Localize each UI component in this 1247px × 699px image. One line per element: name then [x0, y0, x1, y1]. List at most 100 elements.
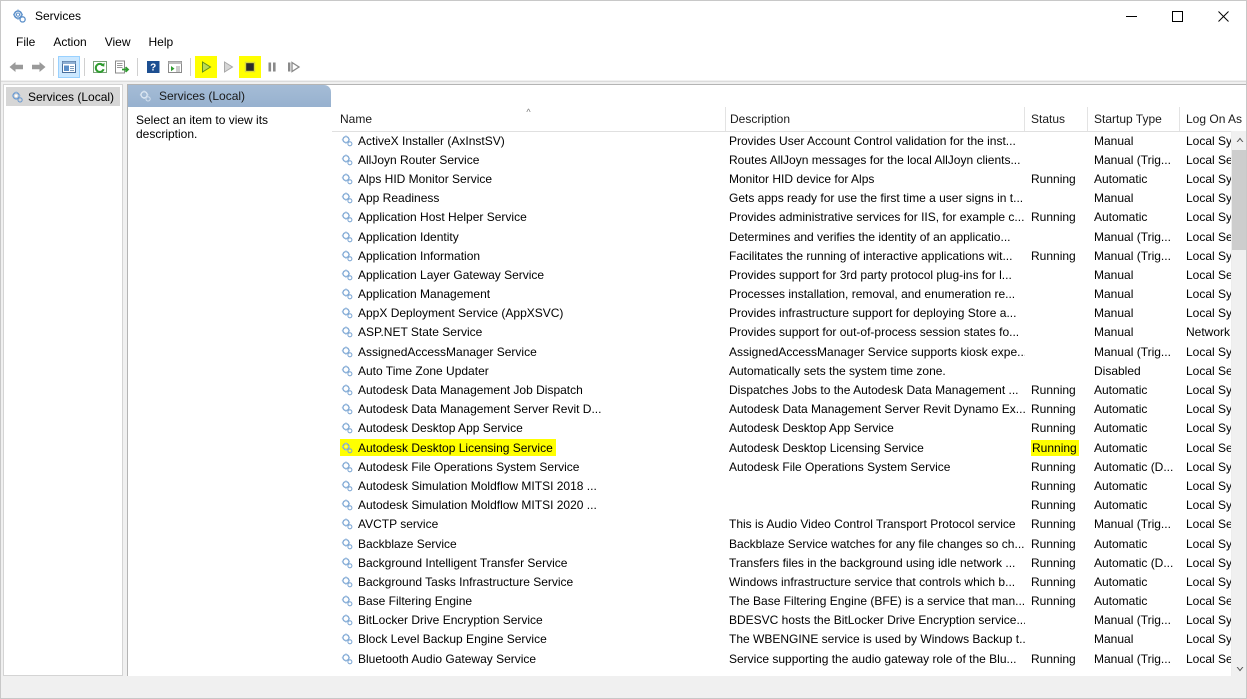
- table-row[interactable]: Background Intelligent Transfer Service T…: [332, 553, 1231, 572]
- table-row[interactable]: Autodesk File Operations System Service A…: [332, 457, 1231, 476]
- scroll-down-button[interactable]: [1232, 660, 1246, 676]
- cell-status: [1025, 630, 1088, 649]
- export-list-icon[interactable]: [111, 56, 133, 78]
- restart-service-icon[interactable]: [283, 56, 305, 78]
- list-vertical-scrollbar[interactable]: [1231, 131, 1246, 676]
- help-icon[interactable]: ?: [142, 56, 164, 78]
- table-row[interactable]: Application Identity Determines and verif…: [332, 227, 1231, 246]
- cell-status: [1025, 189, 1088, 208]
- menu-view[interactable]: View: [96, 33, 140, 51]
- cell-log-on-as: Local Syste...: [1186, 306, 1231, 321]
- forward-arrow-icon[interactable]: [27, 56, 49, 78]
- cell-log-on-as: Local Service: [1186, 363, 1231, 378]
- cell-description: Provides support for out-of-process sess…: [729, 325, 1020, 340]
- cell-log-on-as: Local Syste...: [1186, 421, 1231, 436]
- table-row[interactable]: Autodesk Simulation Moldflow MITSI 2020 …: [332, 496, 1231, 515]
- table-row[interactable]: BitLocker Drive Encryption Service BDESVC…: [332, 611, 1231, 630]
- column-header-startup-type[interactable]: Startup Type: [1088, 107, 1180, 131]
- table-row[interactable]: Autodesk Data Management Job Dispatch Dis…: [332, 380, 1231, 399]
- table-row[interactable]: Application Information Facilitates the r…: [332, 246, 1231, 265]
- service-gear-icon: [340, 325, 354, 339]
- properties-icon[interactable]: [164, 56, 186, 78]
- column-header-log-on-as[interactable]: Log On As: [1180, 107, 1246, 131]
- table-row[interactable]: AVCTP service This is Audio Video Control…: [332, 515, 1231, 534]
- cell-status: Running: [1031, 555, 1076, 570]
- cell-log-on-as: Local Syste...: [1186, 613, 1231, 628]
- cell-description: Dispatches Jobs to the Autodesk Data Man…: [729, 383, 1019, 398]
- window-title: Services: [35, 9, 82, 23]
- minimize-button[interactable]: [1108, 1, 1154, 31]
- table-row[interactable]: Auto Time Zone Updater Automatically sets…: [332, 361, 1231, 380]
- cell-name: Base Filtering Engine: [332, 592, 726, 611]
- cell-name: Background Intelligent Transfer Service: [332, 553, 726, 572]
- sort-ascending-icon: ^: [526, 107, 531, 117]
- title-bar: Services: [1, 1, 1246, 31]
- service-name-label: AllJoyn Router Service: [358, 152, 480, 167]
- start-service-icon[interactable]: [195, 56, 217, 78]
- service-gear-icon: [340, 652, 354, 666]
- stop-service-icon[interactable]: [239, 56, 261, 78]
- table-row[interactable]: Autodesk Desktop Licensing Service Autode…: [332, 438, 1231, 457]
- cell-log-on-as: Local Syste...: [1186, 574, 1231, 589]
- cell-name: Autodesk Data Management Job Dispatch: [332, 380, 726, 399]
- table-row[interactable]: ASP.NET State Service Provides support fo…: [332, 323, 1231, 342]
- column-header-status[interactable]: Status: [1025, 107, 1088, 131]
- back-arrow-icon[interactable]: [5, 56, 27, 78]
- table-row[interactable]: Alps HID Monitor Service Monitor HID devi…: [332, 169, 1231, 188]
- resume-service-icon[interactable]: [217, 56, 239, 78]
- pause-service-icon[interactable]: [261, 56, 283, 78]
- table-row[interactable]: Bluetooth Audio Gateway Service Service s…: [332, 649, 1231, 668]
- cell-status: Running: [1031, 171, 1076, 186]
- cell-log-on-as: Local Syste...: [1186, 555, 1231, 570]
- cell-status: Running: [1031, 517, 1076, 532]
- cell-description: Provides support for 3rd party protocol …: [729, 267, 1012, 282]
- service-gear-icon: [340, 153, 354, 167]
- maximize-button[interactable]: [1154, 1, 1200, 31]
- table-row[interactable]: Backblaze Service Backblaze Service watch…: [332, 534, 1231, 553]
- cell-description: [726, 496, 1025, 515]
- table-row[interactable]: Application Host Helper Service Provides …: [332, 208, 1231, 227]
- table-row[interactable]: Autodesk Desktop App Service Autodesk Des…: [332, 419, 1231, 438]
- cell-log-on-as: Local Syste...: [1186, 383, 1231, 398]
- menu-action[interactable]: Action: [44, 33, 95, 51]
- table-row[interactable]: App Readiness Gets apps ready for use the…: [332, 189, 1231, 208]
- table-row[interactable]: Background Tasks Infrastructure Service W…: [332, 572, 1231, 591]
- table-row[interactable]: Application Layer Gateway Service Provide…: [332, 265, 1231, 284]
- cell-name: Background Tasks Infrastructure Service: [332, 572, 726, 591]
- menu-file[interactable]: File: [7, 33, 44, 51]
- table-row[interactable]: AllJoyn Router Service Routes AllJoyn mes…: [332, 150, 1231, 169]
- cell-startup-type: Manual (Trig...: [1094, 344, 1171, 359]
- table-row[interactable]: Application Management Processes installa…: [332, 285, 1231, 304]
- table-row[interactable]: Block Level Backup Engine Service The WBE…: [332, 630, 1231, 649]
- service-gear-icon: [340, 498, 354, 512]
- cell-description: Automatically sets the system time zone.: [729, 363, 946, 378]
- cell-status: Running: [1031, 594, 1076, 609]
- cell-description: Windows infrastructure service that cont…: [729, 574, 1016, 589]
- scrollbar-thumb[interactable]: [1232, 150, 1246, 250]
- cell-startup-type: Manual (Trig...: [1094, 613, 1171, 628]
- table-row[interactable]: Autodesk Data Management Server Revit D.…: [332, 400, 1231, 419]
- table-row[interactable]: Base Filtering Engine The Base Filtering …: [332, 592, 1231, 611]
- table-row[interactable]: AssignedAccessManager Service AssignedAcc…: [332, 342, 1231, 361]
- table-row[interactable]: AppX Deployment Service (AppXSVC) Provide…: [332, 304, 1231, 323]
- cell-startup-type: Automatic (D...: [1094, 555, 1174, 570]
- column-header-description[interactable]: Description: [726, 107, 1025, 131]
- cell-startup-type: Automatic: [1094, 478, 1148, 493]
- refresh-icon[interactable]: [89, 56, 111, 78]
- close-button[interactable]: [1200, 1, 1246, 31]
- menu-help[interactable]: Help: [140, 33, 183, 51]
- service-gear-icon: [340, 134, 354, 148]
- cell-name: Block Level Backup Engine Service: [332, 630, 726, 649]
- cell-startup-type: Manual: [1094, 133, 1134, 148]
- list-header: Name ^ Description Status Startup Type L…: [332, 107, 1246, 132]
- table-row[interactable]: Autodesk Simulation Moldflow MITSI 2018 …: [332, 476, 1231, 495]
- tree-node-services-local[interactable]: Services (Local): [6, 87, 120, 106]
- table-row[interactable]: ActiveX Installer (AxInstSV) Provides Use…: [332, 131, 1231, 150]
- service-gear-icon: [340, 287, 354, 301]
- column-header-name[interactable]: Name ^: [332, 107, 726, 131]
- show-hide-tree-icon[interactable]: [58, 56, 80, 78]
- cell-description: Autodesk Desktop App Service: [729, 421, 894, 436]
- cell-log-on-as: Local Service: [1186, 651, 1231, 666]
- service-gear-icon: [340, 632, 354, 646]
- scroll-up-button[interactable]: [1232, 131, 1246, 148]
